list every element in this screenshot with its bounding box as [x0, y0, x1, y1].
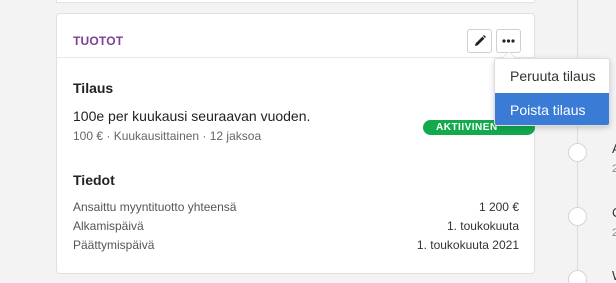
detail-row-total-revenue: Ansaittu myyntituotto yhteensä 1 200 € — [73, 200, 519, 218]
options-dropdown-menu: Peruuta tilaus Poista tilaus — [494, 58, 610, 126]
detail-row-end-date: Päättymispäivä 1. toukokuuta 2021 — [73, 238, 519, 256]
edit-button[interactable] — [467, 29, 492, 53]
detail-row-start-date: Alkamispäivä 1. toukokuuta — [73, 219, 519, 237]
plan-meta: 100 € · Kuukausittainen · 12 jaksoa — [73, 129, 262, 143]
detail-label: Alkamispäivä — [73, 219, 144, 233]
timeline-dot — [568, 207, 587, 226]
timeline-item-sub: 2 — [612, 163, 616, 175]
menu-item-cancel-subscription[interactable]: Peruuta tilaus — [495, 59, 609, 93]
previous-card-edge — [56, 0, 535, 3]
timeline-line — [577, 0, 578, 283]
timeline-item-title: W — [612, 268, 616, 283]
subscription-heading: Tilaus — [73, 80, 114, 96]
pencil-icon — [474, 35, 486, 46]
timeline-dot — [568, 143, 587, 162]
detail-value: 1. toukokuuta — [446, 219, 519, 233]
dropdown-caret — [502, 51, 516, 58]
plan-name: 100e per kuukausi seuraavan vuoden. — [73, 108, 311, 124]
card-title: TUOTOT — [73, 34, 124, 48]
detail-label: Ansaittu myyntituotto yhteensä — [73, 200, 237, 214]
detail-value: 1 200 € — [478, 200, 519, 214]
card-header: TUOTOT — [57, 14, 534, 58]
revenue-card: TUOTOT Tilaus 100e per kuukausi seuraava… — [56, 13, 535, 274]
more-options-button[interactable] — [496, 29, 521, 53]
timeline-dot — [568, 270, 587, 283]
timeline-item-sub: 2 — [612, 227, 616, 239]
details-heading: Tiedot — [73, 172, 115, 188]
ellipsis-icon — [502, 39, 515, 43]
timeline-item-title: A — [612, 141, 616, 156]
detail-value: 1. toukokuuta 2021 — [416, 238, 519, 252]
menu-item-delete-subscription[interactable]: Poista tilaus — [495, 93, 609, 125]
timeline-item-title: C — [612, 205, 616, 220]
detail-label: Päättymispäivä — [73, 238, 155, 252]
